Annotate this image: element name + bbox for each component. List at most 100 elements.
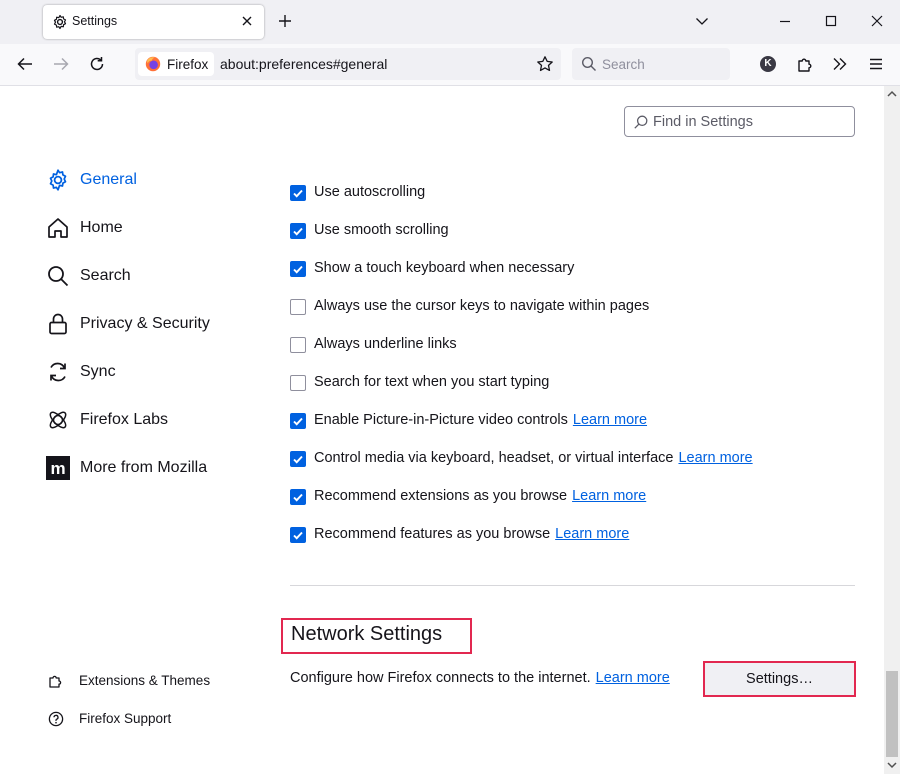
checkbox-checked[interactable] [290,185,306,201]
address-bar[interactable]: Firefox about:preferences#general [135,48,561,80]
checkmark-icon [293,417,303,426]
footer-label: Firefox Support [79,711,172,726]
network-description: Configure how Firefox connects to the in… [290,670,670,686]
forward-arrow-icon[interactable] [52,55,70,73]
category-firefox-labs[interactable]: Firefox Labs [46,408,266,436]
option-label: Search for text when you start typing [314,374,550,390]
option-label: Control media via keyboard, headset, or … [314,450,674,466]
search-input[interactable] [602,48,722,80]
category-privacy-security[interactable]: Privacy & Security [46,312,266,340]
checkmark-icon [293,493,303,502]
option-label: Show a touch keyboard when necessary [314,260,575,276]
option-label: Use smooth scrolling [314,222,449,238]
checkbox-unchecked[interactable] [290,375,306,391]
find-input[interactable] [653,107,849,136]
checkbox-unchecked[interactable] [290,337,306,353]
home-icon [48,218,68,238]
checkbox-unchecked[interactable] [290,299,306,315]
learn-more-link[interactable]: Learn more [596,670,670,686]
reload-icon[interactable] [88,55,106,73]
new-tab-icon[interactable] [277,13,293,29]
labs-icon [49,411,67,429]
category-label: General [80,171,137,188]
option-label: Always use the cursor keys to navigate w… [314,298,650,314]
tab-title: Settings [72,14,118,28]
learn-more-link[interactable]: Learn more [555,526,629,542]
close-tab-icon[interactable] [240,14,254,28]
checkbox-checked[interactable] [290,489,306,505]
category-home[interactable]: Home [46,216,266,244]
account-avatar[interactable]: K [760,56,776,72]
bookmark-star-icon[interactable] [536,55,554,73]
option-label: Recommend features as you browse [314,526,551,542]
search-icon [634,115,648,129]
option-label: Enable Picture-in-Picture video controls [314,412,568,428]
category-label: Privacy & Security [80,315,210,332]
category-label: Sync [80,363,116,380]
learn-more-link[interactable]: Learn more [572,488,646,504]
option-label-wrap: Recommend extensions as you browse Learn … [314,488,646,504]
back-arrow-icon[interactable] [16,55,34,73]
overflow-chevrons-icon[interactable] [831,55,849,73]
firefox-support-link[interactable]: Firefox Support [48,710,248,730]
checkbox-checked[interactable] [290,451,306,467]
category-sync[interactable]: Sync [46,360,266,388]
search-icon [581,56,596,71]
firefox-logo-icon [145,56,161,72]
network-description-text: Configure how Firefox connects to the in… [290,670,591,686]
category-label: Firefox Labs [80,411,169,428]
category-more-from-mozilla[interactable]: m More from Mozilla [46,456,266,484]
category-general[interactable]: General [46,168,266,196]
option-label-wrap: Recommend features as you browse Learn mo… [314,526,629,542]
tab-strip: Settings [0,0,900,44]
checkmark-icon [293,455,303,464]
navigation-toolbar: Firefox about:preferences#general K [0,44,900,86]
chevron-down-icon[interactable] [695,14,709,28]
category-label: Search [80,267,131,284]
search-bar[interactable] [572,48,730,80]
hamburger-menu-icon[interactable] [867,55,885,73]
maximize-icon[interactable] [824,14,838,28]
category-label: Home [80,219,123,236]
scrollbar-thumb[interactable] [886,671,898,757]
scroll-down-icon[interactable] [886,759,898,771]
scroll-up-icon[interactable] [886,88,898,100]
checkbox-checked[interactable] [290,261,306,277]
checkmark-icon [293,265,303,274]
extensions-themes-link[interactable]: Extensions & Themes [48,672,248,692]
lock-icon [49,313,67,335]
checkmark-icon [293,227,303,236]
gear-icon [53,14,67,30]
footer-label: Extensions & Themes [79,673,211,688]
network-settings-heading: Network Settings [281,618,472,654]
search-icon [48,266,69,287]
identity-label: Firefox [167,57,209,72]
site-identity[interactable]: Firefox [138,52,214,76]
sync-icon [50,362,66,382]
extensions-puzzle-icon[interactable] [796,55,814,73]
category-search[interactable]: Search [46,264,266,292]
preferences-page: General Home Search Privacy & Security S… [0,86,884,774]
minimize-icon[interactable] [778,14,792,28]
network-settings-button[interactable]: Settings… [703,661,856,697]
option-label-wrap: Enable Picture-in-Picture video controls… [314,412,647,428]
section-divider [290,585,855,586]
url-text[interactable]: about:preferences#general [220,56,387,72]
network-settings-button-label: Settings… [746,671,813,687]
puzzle-icon [49,675,62,688]
checkbox-checked[interactable] [290,413,306,429]
mozilla-icon: m [46,456,70,480]
close-window-icon[interactable] [870,14,884,28]
learn-more-link[interactable]: Learn more [573,412,647,428]
category-label: More from Mozilla [80,459,208,476]
checkbox-checked[interactable] [290,527,306,543]
help-icon [48,711,64,727]
checkbox-checked[interactable] [290,223,306,239]
gear-icon [49,169,67,191]
option-label: Always underline links [314,336,457,352]
tab-settings[interactable]: Settings [43,5,264,39]
learn-more-link[interactable]: Learn more [678,450,752,466]
option-label-wrap: Control media via keyboard, headset, or … [314,450,753,466]
option-label: Use autoscrolling [314,184,426,200]
find-in-settings[interactable] [624,106,855,137]
